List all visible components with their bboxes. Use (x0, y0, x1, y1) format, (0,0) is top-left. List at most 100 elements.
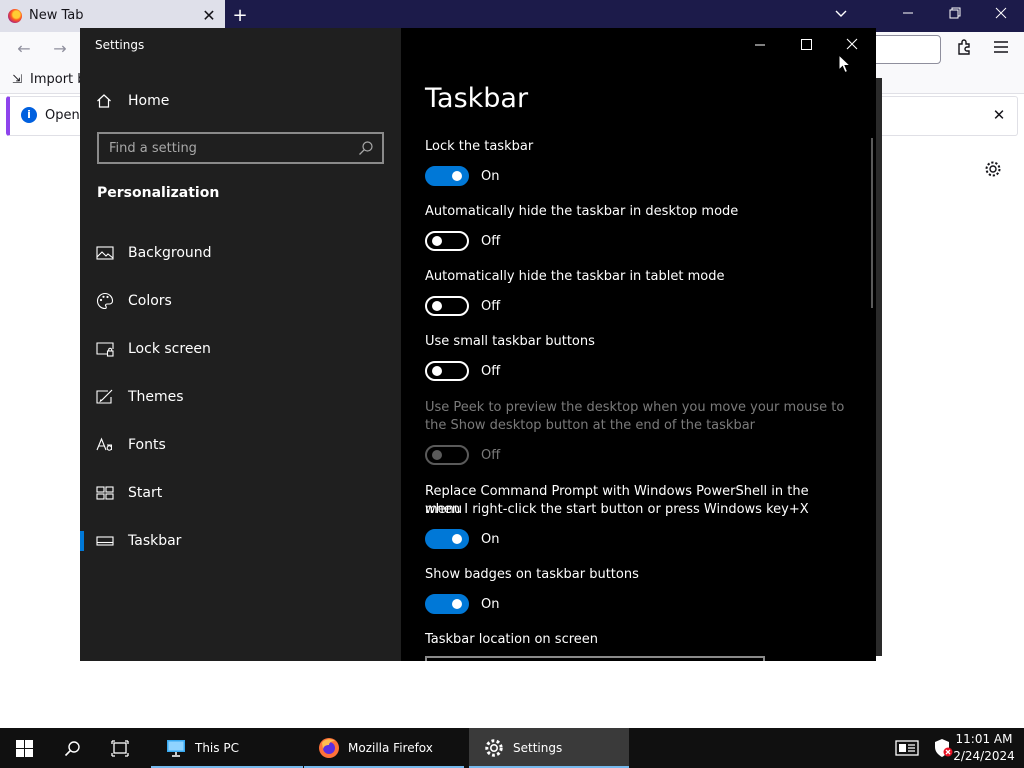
setting-label-autohide-tablet: Automatically hide the taskbar in tablet… (425, 269, 725, 284)
settings-content-pane: Taskbar Lock the taskbar On Automaticall… (401, 28, 876, 661)
extensions-puzzle-icon[interactable] (954, 38, 976, 60)
clock-date: 2/24/2024 (953, 749, 1015, 763)
setting-label-peek-line1: Use Peek to preview the desktop when you… (425, 400, 845, 415)
toggle-state-autohide-desktop: Off (481, 234, 501, 249)
browser-restore-button[interactable] (940, 4, 970, 28)
browser-close-button[interactable] (986, 4, 1016, 28)
window-title: Settings (95, 38, 145, 52)
maximize-button[interactable] (783, 32, 829, 58)
back-arrow-icon[interactable]: ← (13, 38, 35, 60)
toggle-lock-taskbar[interactable] (425, 166, 469, 186)
toggle-state-autohide-tablet: Off (481, 299, 501, 314)
close-tab-icon[interactable]: ✕ (199, 6, 219, 26)
toggle-autohide-tablet[interactable] (425, 296, 469, 316)
taskbar-app-this-pc[interactable]: This PC (151, 728, 303, 768)
mouse-cursor-icon (838, 54, 852, 74)
taskbar-app-firefox[interactable]: Mozilla Firefox (304, 728, 464, 768)
browser-tab-title: New Tab (29, 8, 84, 23)
window-shadow-edge (875, 78, 882, 656)
toggle-knob (452, 599, 462, 609)
nav-item-label: Colors (128, 293, 172, 309)
home-nav-item[interactable]: Home (96, 90, 169, 112)
section-title-personalization: Personalization (97, 185, 220, 201)
nav-item-label: Lock screen (128, 341, 211, 357)
setting-label-peek-line2: the Show desktop button at the end of th… (425, 418, 756, 433)
info-icon: i (21, 107, 37, 123)
toggle-knob (452, 171, 462, 181)
search-icon[interactable] (358, 140, 374, 156)
this-pc-icon (167, 740, 185, 757)
toggle-state-small-buttons: Off (481, 364, 501, 379)
toggle-state-powershell: On (481, 532, 500, 547)
nav-item-label: Background (128, 245, 212, 261)
toggle-badges[interactable] (425, 594, 469, 614)
nav-item-label: Start (128, 485, 163, 501)
nav-item-background[interactable]: Background (80, 233, 401, 273)
content-scrollbar[interactable] (871, 138, 873, 308)
settings-window: Settings Home Personalization Background… (80, 28, 876, 661)
fonts-icon (96, 437, 112, 451)
palette-icon (97, 292, 114, 310)
settings-nav-pane: Settings Home Personalization Background… (80, 28, 401, 661)
home-label: Home (128, 93, 170, 109)
nav-item-start[interactable]: Start (80, 473, 401, 513)
start-tiles-icon (96, 486, 114, 500)
import-icon: ⇲ (12, 72, 23, 86)
taskbar-app-label: Mozilla Firefox (348, 741, 433, 755)
firefox-favicon-icon (8, 9, 22, 23)
toggle-knob (432, 450, 442, 460)
setting-label-small-buttons: Use small taskbar buttons (425, 334, 595, 349)
firefox-icon (319, 738, 339, 758)
setting-label-taskbar-location: Taskbar location on screen (425, 632, 599, 647)
toggle-knob (452, 534, 462, 544)
news-widget-icon[interactable] (895, 738, 919, 758)
taskbar-app-settings[interactable]: Settings (469, 728, 629, 768)
find-setting-search-box[interactable] (97, 132, 384, 164)
browser-minimize-button[interactable] (893, 4, 923, 28)
page-title: Taskbar (425, 83, 529, 114)
system-clock[interactable]: 11:01 AM 2/24/2024 (952, 731, 1016, 765)
taskbar-app-label: Settings (513, 741, 563, 755)
toggle-state-lock-taskbar: On (481, 169, 500, 184)
toggle-state-badges: On (481, 597, 500, 612)
toggle-peek-disabled (425, 445, 469, 465)
nav-item-fonts[interactable]: Fonts (80, 425, 401, 465)
newtab-settings-gear-icon[interactable] (982, 160, 1004, 182)
forward-arrow-icon[interactable]: → (49, 38, 71, 60)
taskbar-search-button[interactable] (48, 728, 96, 768)
nav-item-taskbar[interactable]: Taskbar (80, 521, 401, 561)
list-all-tabs-chevron-icon[interactable] (831, 6, 851, 26)
nav-item-lock-screen[interactable]: Lock screen (80, 329, 401, 369)
setting-label-badges: Show badges on taskbar buttons (425, 567, 639, 582)
themes-brush-icon (96, 389, 113, 404)
lock-screen-icon (96, 342, 114, 357)
hamburger-menu-icon[interactable] (990, 38, 1012, 60)
clock-time: 11:01 AM (955, 732, 1013, 746)
windows-logo-icon (15, 739, 33, 757)
minimize-button[interactable] (737, 32, 783, 58)
task-view-button[interactable] (96, 728, 144, 768)
notification-close-icon[interactable]: ✕ (988, 104, 1010, 126)
taskbar-app-label: This PC (195, 741, 239, 755)
nav-item-label: Taskbar (128, 533, 182, 549)
nav-item-colors[interactable]: Colors (80, 281, 401, 321)
toggle-powershell[interactable] (425, 529, 469, 549)
nav-item-themes[interactable]: Themes (80, 377, 401, 417)
close-button[interactable] (829, 32, 875, 58)
search-input[interactable] (109, 139, 354, 157)
toggle-knob (432, 236, 442, 246)
image-icon (96, 246, 114, 260)
nav-item-label: Fonts (128, 437, 166, 453)
new-tab-plus-icon[interactable]: + (230, 6, 250, 26)
taskbar-location-dropdown[interactable] (425, 656, 765, 661)
setting-label-powershell-line2: when I right-click the start button or p… (425, 502, 809, 517)
settings-gear-icon (485, 739, 503, 757)
toggle-knob (432, 366, 442, 376)
setting-label-autohide-desktop: Automatically hide the taskbar in deskto… (425, 204, 739, 219)
toggle-autohide-desktop[interactable] (425, 231, 469, 251)
start-button[interactable] (0, 728, 48, 768)
setting-label-lock-taskbar: Lock the taskbar (425, 139, 534, 154)
search-icon (64, 740, 80, 756)
toggle-small-buttons[interactable] (425, 361, 469, 381)
taskbar-icon (96, 536, 114, 546)
